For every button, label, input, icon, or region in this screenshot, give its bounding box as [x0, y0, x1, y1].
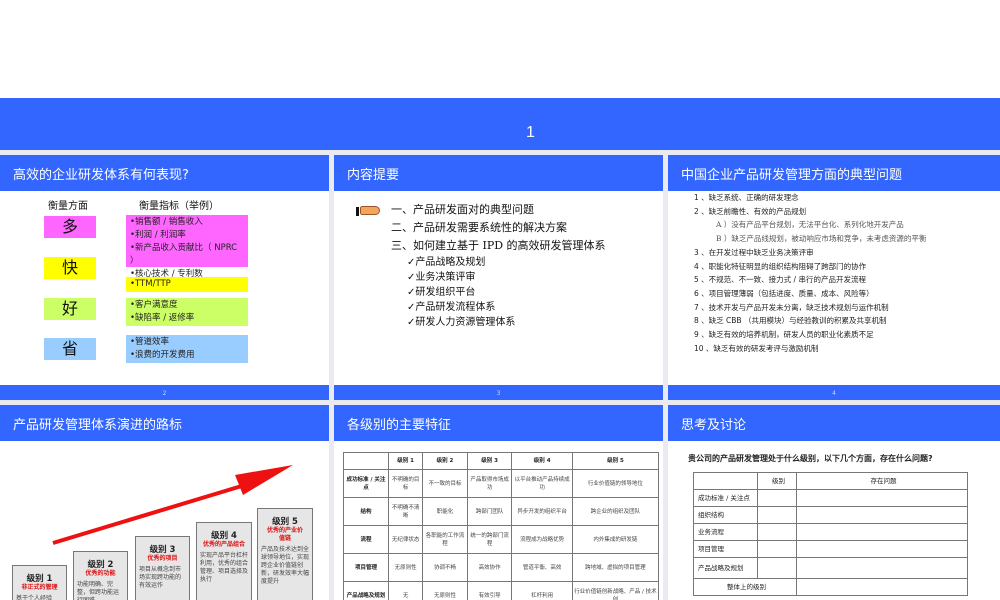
metric: •新产品收入贡献比（ NPRC ） [130, 243, 238, 266]
problem-item: 2 、缺乏前瞻性、有效的产品规划 [694, 206, 807, 216]
slide-title: 高效的企业研发体系有何表现? [0, 155, 329, 191]
slide-title: 中国企业产品研发管理方面的典型问题 [668, 155, 1000, 191]
slide-1-banner[interactable]: 1 [0, 98, 1000, 150]
problem-item: 5 、不规范、不一致、接力式 / 串行的产品开发流程 [694, 275, 866, 285]
outline-subitem: ✓业务决策评审 [407, 272, 476, 283]
table-row: 流程 无纪律状态 各职能的工作流程 统一的跨部门流程 流程成为战略优势 内外集成的研发链 [343, 525, 660, 554]
outline-subitem: ✓产品研发流程体系 [407, 302, 496, 313]
level-step: 级别 4 优秀的产品组合 实现产品平台杠杆利用，优秀的组合管理、项目选择及执行 [196, 522, 252, 600]
metric: •销售额 / 销售收入 [130, 217, 203, 227]
slide-title: 内容提要 [334, 155, 663, 191]
table-row: 项目管理 [693, 540, 968, 558]
problem-subitem: B ）缺乏产品线规划，被动响应市场和竞争，未考虑资源的平衡 [716, 234, 927, 244]
slide-thumbnail-4[interactable]: 中国企业产品研发管理方面的典型问题 1 、缺乏系统、正确的研发理念 2 、缺乏前… [668, 155, 1000, 400]
metric: •管道效率 [130, 337, 170, 347]
slide-number: 1 [526, 124, 535, 141]
slide-thumbnail-7[interactable]: 思考及讨论 贵公司的产品研发管理处于什么级别，以下几个方面，存在什么问题? 级别… [668, 405, 1000, 600]
outline-subitem: ✓产品战略及规划 [407, 257, 486, 268]
problem-item: 4 、职能化特征明显的组织结构阻碍了跨部门的协作 [694, 261, 867, 271]
slide-title: 各级别的主要特征 [334, 405, 663, 441]
outline-item: 三、如何建立基于 IPD 的高效研发管理体系 [391, 239, 606, 252]
problem-item: 8 、缺乏 CBB （共用模块）与经验教训的积累及共享机制 [694, 316, 887, 326]
discussion-table: 级别 存在问题 成功标准 / 关注点 组织结构 业务流程 项目管理 产品战略及规划… [693, 472, 968, 596]
table-row: 产品战略及规划无无原则性 有效引导 杠杆利用 行业价值链创新战略、产品 / 技术创 [343, 581, 660, 600]
level-step: 级别 5 优秀的产业价值链 产品及技术达到全球领导地位，实现跨企业价值链创新，研发效… [257, 508, 313, 600]
level-step: 级别 2优秀的功能功能明确、完整，但跨功能运行困难 [73, 551, 128, 600]
problem-item: 10 、缺乏有效的研发考评与激励机制 [694, 343, 819, 353]
metrics-box: •TTM/TTP [126, 277, 248, 292]
slide-thumbnail-3[interactable]: 内容提要 一、产品研发面对的典型问题 二、产品研发需要系统性的解决方案 三、如何… [334, 155, 663, 400]
aspect-label: 快 [44, 257, 96, 279]
slide-thumbnail-2[interactable]: 高效的企业研发体系有何表现? 衡量方面 衡量指标（举例） 多 快 好 省 •销售… [0, 155, 329, 400]
discussion-question: 贵公司的产品研发管理处于什么级别，以下几个方面，存在什么问题? [688, 454, 933, 463]
metric: •TTM/TTP [130, 279, 171, 289]
pointing-hand-icon [356, 205, 380, 217]
table-row: 成功标准 / 关注点 [693, 489, 968, 507]
level-step: 级别 1非正式的管理基于个人经验（项目英雄主义） [12, 565, 67, 600]
problem-item: 3 、在开发过程中缺乏业务决策评审 [694, 247, 814, 257]
table-row: 项目管理 无原则性 协调不畅 高效协作 管道平衡、高效 跨地域、虚拟的项目管理 [343, 553, 660, 582]
slide-footer: 4 [668, 385, 1000, 400]
slide-footer: 3 [334, 385, 663, 400]
problem-subitem: A ）没有产品平台规划，无法平台化、系列化地开发产品 [716, 220, 904, 230]
aspect-label: 好 [44, 298, 96, 320]
problem-item: 7 、技术开发与产品开发未分离，缺乏技术规划与运作机制 [694, 302, 889, 312]
top-blank [0, 0, 1000, 98]
level-step: 级别 3 优秀的项目 项目从概念到市场实现跨功能的有效运作 [135, 536, 190, 600]
outline-subitem: ✓研发组织平台 [407, 287, 476, 298]
table-row: 成功标准 / 关注点 不明确的目标 不一致的目标 产品取得市场成功 以平台推动产品持续成… [343, 469, 660, 498]
table-row: 结构 不明确不清晰 职能化 跨部门团队 异步开发的组织平台 跨企业的组织及团队 [343, 497, 660, 526]
metric: •利润 / 利润率 [130, 230, 186, 240]
table-row: 产品战略及规划 [693, 557, 968, 579]
problem-item: 1 、缺乏系统、正确的研发理念 [694, 193, 799, 202]
metric: •浪费的开发费用 [130, 350, 195, 360]
metrics-box: •客户满意度 •缺陷率 / 返修率 [126, 298, 248, 326]
outline-subitem: ✓研发人力资源管理体系 [407, 317, 516, 328]
table-row: 整体上的级别 [693, 578, 968, 596]
problem-item: 9 、缺乏有效的培养机制，研发人员的职业化素质不足 [694, 330, 874, 340]
metric: •缺陷率 / 返修率 [130, 313, 195, 323]
column-header: 衡量指标（举例） [139, 201, 219, 212]
slide-thumbnail-6[interactable]: 各级别的主要特征 级别 1 级别 2 级别 3 级别 4 级别 5 成功标准 / 关注点… [334, 405, 663, 600]
aspect-label: 省 [44, 338, 96, 360]
problem-item: 6 、项目管理薄弱（包括进度、质量、成本、风险等） [694, 288, 874, 298]
column-header: 衡量方面 [48, 201, 88, 212]
metrics-box: •销售额 / 销售收入 •利润 / 利润率 •新产品收入贡献比（ NPRC ） … [126, 215, 248, 279]
level-feature-table: 级别 1 级别 2 级别 3 级别 4 级别 5 成功标准 / 关注点 不明确的目标 不一致… [343, 452, 660, 600]
slide-title: 思考及讨论 [668, 405, 1000, 441]
table-row: 业务流程 [693, 523, 968, 541]
outline-item: 二、产品研发需要系统性的解决方案 [391, 221, 567, 234]
slide-footer: 2 [0, 385, 329, 400]
outline-item: 一、产品研发面对的典型问题 [391, 203, 534, 216]
metrics-box: •管道效率 •浪费的开发费用 [126, 335, 248, 363]
aspect-label: 多 [44, 216, 96, 238]
table-row: 组织结构 [693, 506, 968, 524]
slide-thumbnail-5[interactable]: 产品研发管理体系演进的路标 级别 1非正式的管理基于个人经验（项目英雄主义） 级… [0, 405, 329, 600]
metric: •客户满意度 [130, 300, 178, 310]
